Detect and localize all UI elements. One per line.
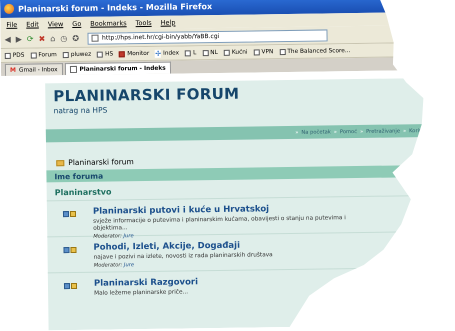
breadcrumb: Planinarski forum: [46, 136, 455, 167]
back-arrow-icon[interactable]: ◀: [4, 35, 10, 43]
bookmark-kucni[interactable]: Kućni: [224, 49, 248, 55]
page-icon: [92, 35, 99, 42]
chevron-right-icon: »: [295, 129, 299, 136]
page-icon: [5, 52, 11, 58]
home-icon[interactable]: ⌂: [50, 35, 55, 43]
firefox-logo-icon: [4, 4, 14, 14]
page-icon: [253, 49, 259, 55]
nav-home[interactable]: Na početak: [301, 129, 331, 135]
menu-tools[interactable]: Tools: [136, 18, 152, 26]
tab-gmail[interactable]: M Gmail - Inbox: [5, 63, 63, 76]
monitor-icon: [119, 51, 125, 57]
forward-arrow-icon[interactable]: ▶: [16, 35, 22, 43]
board-link[interactable]: Planinarski Razgovori: [94, 275, 374, 289]
nav-members[interactable]: Korisnici: [409, 127, 431, 133]
bookmark-l[interactable]: L: [185, 50, 196, 56]
page-icon: [97, 51, 103, 57]
address-bar[interactable]: http://hps.inet.hr/cgi-bin/yabb/YaBB.cgi: [88, 29, 328, 44]
folder-icon: [56, 160, 64, 166]
menu-go[interactable]: Go: [72, 19, 81, 27]
address-url: http://hps.inet.hr/cgi-bin/yabb/YaBB.cgi: [101, 32, 220, 42]
bookmark-nl[interactable]: NL: [202, 49, 218, 55]
browser-screenshot: Planinarski forum - Indeks - Mozilla Fir…: [0, 0, 455, 331]
stop-icon[interactable]: ✖: [39, 35, 46, 43]
bookmark-monitor[interactable]: Monitor: [119, 50, 149, 56]
chevron-right-icon: »: [333, 128, 337, 135]
page-icon: [30, 52, 36, 58]
bookmark-pds[interactable]: PDS: [5, 52, 25, 58]
page-icon: [63, 52, 69, 58]
moderator-link[interactable]: Jure: [124, 262, 134, 268]
forum-body: PLANINARSKI FORUM natrag na HPS Zdra 08.…: [45, 77, 455, 331]
page-icon: [202, 50, 208, 56]
breadcrumb-forum[interactable]: Planinarski forum: [68, 157, 134, 167]
board-row: Planinarski putovi i kuće u Hrvatskoj sv…: [47, 194, 455, 236]
forum-header: PLANINARSKI FORUM natrag na HPS Zdra 08.…: [45, 77, 455, 125]
board-description: Malo ležerne planinarske priče...: [94, 289, 189, 297]
menu-file[interactable]: File: [6, 20, 17, 28]
board-row: Planinarski Razgovori Malo ležerne plani…: [48, 266, 455, 308]
board-status-icon: [63, 210, 77, 217]
nav-login[interactable]: Prij: [440, 127, 448, 133]
page-icon: [279, 49, 285, 55]
page-icon: [69, 66, 76, 73]
nav-search[interactable]: Pretraživanje: [366, 128, 400, 134]
bookmark-hs[interactable]: HS: [97, 51, 113, 57]
chevron-right-icon: »: [360, 128, 364, 135]
menu-edit[interactable]: Edit: [26, 20, 39, 28]
history-icon[interactable]: ◷: [60, 35, 67, 43]
chevron-right-icon: »: [433, 127, 437, 134]
board-status-icon: [64, 282, 78, 289]
nav-help[interactable]: Pomoć: [340, 129, 357, 135]
menu-help[interactable]: Help: [161, 18, 176, 26]
bookmark-page-icon[interactable]: ✪: [72, 34, 79, 42]
bookmark-vpn[interactable]: VPN: [253, 49, 273, 55]
page-icon: [224, 49, 230, 55]
page-icon: [185, 50, 191, 56]
window-title: Planinarski forum - Indeks - Mozilla Fir…: [18, 1, 213, 14]
bookmark-balanced-score[interactable]: The Balanced Score...: [279, 48, 350, 55]
menu-bookmarks[interactable]: Bookmarks: [90, 19, 126, 28]
greeting-date: Zdra 08.P: [446, 84, 455, 104]
bookmark-index[interactable]: ✢ Index: [155, 49, 179, 57]
menu-view[interactable]: View: [48, 20, 64, 28]
page-viewport: PLANINARSKI FORUM natrag na HPS Zdra 08.…: [1, 69, 455, 331]
board-row: Pohodi, Izleti, Akcije, Događaji najave …: [47, 230, 455, 272]
bookmark-pluwez[interactable]: pluwez: [63, 51, 91, 57]
chevron-right-icon: »: [403, 127, 407, 134]
star-icon: ✢: [155, 49, 162, 58]
reload-icon[interactable]: ⟳: [27, 35, 34, 43]
board-status-icon: [63, 246, 77, 253]
gmail-icon: M: [9, 66, 17, 74]
bookmark-forum[interactable]: Forum: [30, 52, 56, 58]
